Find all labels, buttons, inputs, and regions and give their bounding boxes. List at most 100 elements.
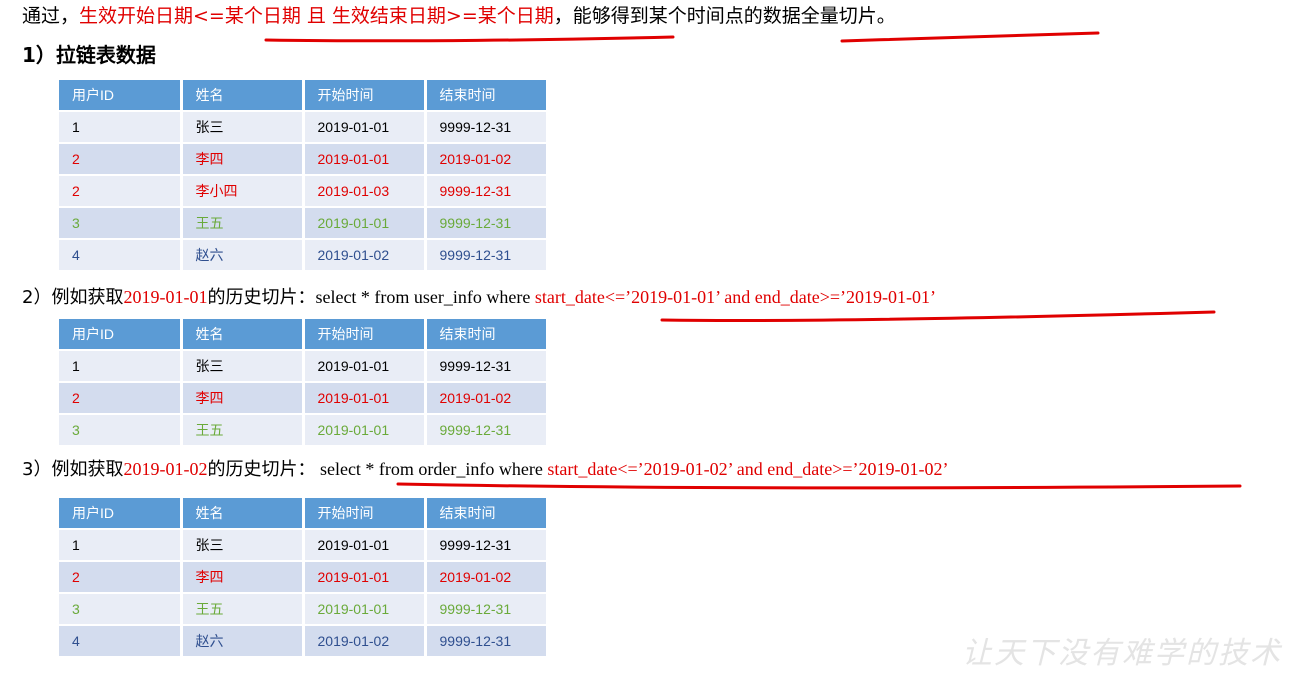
cell-end-time: 9999-12-31 bbox=[425, 529, 549, 562]
cell-start-time: 2019-01-01 bbox=[303, 414, 427, 447]
watermark: 让天下没有难学的技术 bbox=[962, 636, 1282, 671]
cell-name: 张三 bbox=[181, 350, 305, 383]
cell-start-time: 2019-01-01 bbox=[303, 207, 427, 240]
cell-user-id: 3 bbox=[59, 207, 183, 240]
table-row: 3 王五 2019-01-01 9999-12-31 bbox=[59, 207, 549, 240]
table-row: 1 张三 2019-01-01 9999-12-31 bbox=[59, 350, 549, 383]
cell-end-time: 9999-12-31 bbox=[425, 350, 549, 383]
cell-start-time: 2019-01-03 bbox=[303, 175, 427, 208]
header-name: 姓名 bbox=[181, 80, 305, 112]
zipper-table: 用户ID 姓名 开始时间 结束时间 1 张三 2019-01-01 9999-12-3… bbox=[59, 80, 549, 272]
query-2-condition: start_date<=’2019-01-01’ and end_date>=’… bbox=[534, 287, 937, 307]
query-2-prefix: 2）例如获取 bbox=[22, 287, 124, 308]
cell-end-time: 2019-01-02 bbox=[425, 382, 549, 415]
intro-sentence: 通过，生效开始日期<=某个日期 且 生效结束日期>=某个日期，能够得到某个时间点… bbox=[22, 2, 896, 30]
header-name: 姓名 bbox=[181, 498, 305, 530]
cell-name: 李小四 bbox=[181, 175, 305, 208]
cell-user-id: 2 bbox=[59, 143, 183, 176]
cell-start-time: 2019-01-02 bbox=[303, 239, 427, 272]
header-user-id: 用户ID bbox=[59, 319, 183, 351]
underline-intro-result bbox=[840, 31, 1100, 43]
header-end-time: 结束时间 bbox=[425, 319, 549, 351]
header-user-id: 用户ID bbox=[59, 498, 183, 530]
cell-name: 王五 bbox=[181, 414, 305, 447]
table-row: 1 张三 2019-01-01 9999-12-31 bbox=[59, 529, 549, 562]
query-2-line: 2）例如获取2019-01-01的历史切片：select * from user… bbox=[22, 283, 936, 312]
query-3-mid: 的历史切片： bbox=[207, 459, 316, 480]
cell-name: 李四 bbox=[181, 382, 305, 415]
table-row: 3 王五 2019-01-01 9999-12-31 bbox=[59, 593, 549, 626]
cell-end-time: 9999-12-31 bbox=[425, 175, 549, 208]
table-row: 4 赵六 2019-01-02 9999-12-31 bbox=[59, 625, 549, 658]
cell-name: 赵六 bbox=[181, 625, 305, 658]
header-user-id: 用户ID bbox=[59, 80, 183, 112]
cell-start-time: 2019-01-02 bbox=[303, 625, 427, 658]
cell-start-time: 2019-01-01 bbox=[303, 561, 427, 594]
cell-start-time: 2019-01-01 bbox=[303, 593, 427, 626]
query-2-mid: 的历史切片： bbox=[207, 287, 316, 308]
intro-highlight: 生效开始日期<=某个日期 且 生效结束日期>=某个日期 bbox=[79, 5, 554, 27]
cell-name: 王五 bbox=[181, 593, 305, 626]
header-start-time: 开始时间 bbox=[303, 80, 427, 112]
cell-name: 李四 bbox=[181, 561, 305, 594]
cell-user-id: 3 bbox=[59, 593, 183, 626]
table-header-row: 用户ID 姓名 开始时间 结束时间 bbox=[59, 498, 549, 530]
cell-name: 张三 bbox=[181, 111, 305, 144]
cell-name: 赵六 bbox=[181, 239, 305, 272]
cell-end-time: 9999-12-31 bbox=[425, 593, 549, 626]
header-name: 姓名 bbox=[181, 319, 305, 351]
intro-suffix: ，能够得到某个时间点的数据全量切片。 bbox=[553, 5, 896, 27]
cell-end-time: 9999-12-31 bbox=[425, 625, 549, 658]
header-start-time: 开始时间 bbox=[303, 319, 427, 351]
intro-prefix: 通过， bbox=[22, 5, 80, 27]
table-row: 2 李小四 2019-01-03 9999-12-31 bbox=[59, 175, 549, 208]
query-3-prefix: 3）例如获取 bbox=[22, 459, 124, 480]
cell-start-time: 2019-01-01 bbox=[303, 350, 427, 383]
cell-name: 李四 bbox=[181, 143, 305, 176]
header-end-time: 结束时间 bbox=[425, 498, 549, 530]
cell-user-id: 2 bbox=[59, 382, 183, 415]
section-heading: 1）拉链表数据 bbox=[22, 43, 156, 67]
cell-start-time: 2019-01-01 bbox=[303, 382, 427, 415]
cell-end-time: 2019-01-02 bbox=[425, 143, 549, 176]
slice-table-2019-01-01: 用户ID 姓名 开始时间 结束时间 1 张三 2019-01-01 9999-12-3… bbox=[59, 319, 549, 447]
query-2-date: 2019-01-01 bbox=[123, 287, 208, 307]
underline-intro-condition bbox=[264, 35, 675, 43]
table-row: 2 李四 2019-01-01 2019-01-02 bbox=[59, 382, 549, 415]
table-row: 2 李四 2019-01-01 2019-01-02 bbox=[59, 143, 549, 176]
table-row: 4 赵六 2019-01-02 9999-12-31 bbox=[59, 239, 549, 272]
header-end-time: 结束时间 bbox=[425, 80, 549, 112]
cell-user-id: 3 bbox=[59, 414, 183, 447]
cell-user-id: 2 bbox=[59, 175, 183, 208]
query-3-condition: start_date<=’2019-01-02’ and end_date>=’… bbox=[547, 459, 949, 479]
cell-start-time: 2019-01-01 bbox=[303, 529, 427, 562]
query-2-sql: select * from user_info where bbox=[315, 287, 535, 307]
cell-end-time: 9999-12-31 bbox=[425, 207, 549, 240]
cell-user-id: 4 bbox=[59, 239, 183, 272]
table-header-row: 用户ID 姓名 开始时间 结束时间 bbox=[59, 80, 549, 112]
cell-end-time: 9999-12-31 bbox=[425, 239, 549, 272]
header-start-time: 开始时间 bbox=[303, 498, 427, 530]
cell-start-time: 2019-01-01 bbox=[303, 111, 427, 144]
cell-name: 王五 bbox=[181, 207, 305, 240]
cell-user-id: 1 bbox=[59, 529, 183, 562]
cell-end-time: 9999-12-31 bbox=[425, 111, 549, 144]
table-row: 3 王五 2019-01-01 9999-12-31 bbox=[59, 414, 549, 447]
cell-user-id: 1 bbox=[59, 111, 183, 144]
cell-user-id: 4 bbox=[59, 625, 183, 658]
table-row: 1 张三 2019-01-01 9999-12-31 bbox=[59, 111, 549, 144]
query-3-sql: select * from order_info where bbox=[315, 459, 548, 479]
cell-user-id: 2 bbox=[59, 561, 183, 594]
cell-user-id: 1 bbox=[59, 350, 183, 383]
underline-query-3 bbox=[396, 482, 1242, 490]
underline-query-2 bbox=[660, 310, 1216, 323]
cell-start-time: 2019-01-01 bbox=[303, 143, 427, 176]
query-3-date: 2019-01-02 bbox=[123, 459, 208, 479]
slice-table-2019-01-02: 用户ID 姓名 开始时间 结束时间 1 张三 2019-01-01 9999-12-3… bbox=[59, 498, 549, 658]
table-header-row: 用户ID 姓名 开始时间 结束时间 bbox=[59, 319, 549, 351]
query-3-line: 3）例如获取2019-01-02的历史切片： select * from ord… bbox=[22, 455, 949, 484]
cell-end-time: 9999-12-31 bbox=[425, 414, 549, 447]
cell-name: 张三 bbox=[181, 529, 305, 562]
table-row: 2 李四 2019-01-01 2019-01-02 bbox=[59, 561, 549, 594]
cell-end-time: 2019-01-02 bbox=[425, 561, 549, 594]
